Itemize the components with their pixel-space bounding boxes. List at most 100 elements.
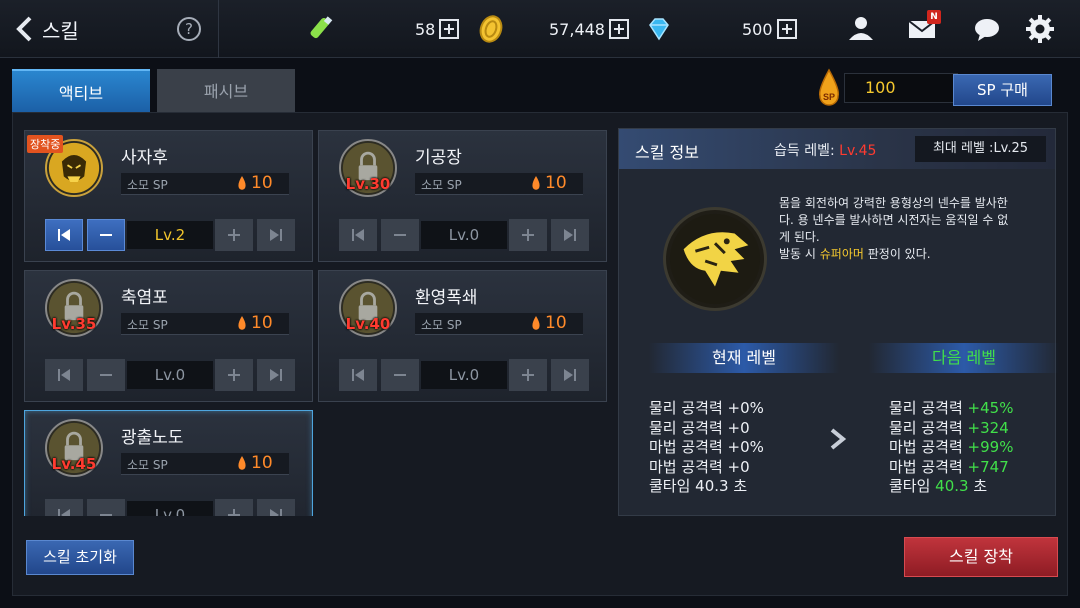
sp-cost-value: 10 (251, 173, 273, 193)
sp-cost-value: 10 (545, 313, 567, 333)
skill-name: 사자후 (121, 148, 168, 168)
sp-drop-label: SP (823, 92, 835, 102)
skill-card-gigongjang[interactable]: Lv.30 기공장 소모 SP 10 Lv.0 (318, 130, 607, 262)
plus-icon (228, 369, 240, 381)
skip-forward-icon (564, 369, 576, 381)
skip-back-icon (58, 229, 70, 241)
flame-icon (532, 316, 540, 330)
add-gold-button[interactable] (608, 19, 629, 39)
back-button[interactable]: 스킬 (14, 14, 79, 44)
sp-buy-button[interactable]: SP 구매 (953, 74, 1052, 106)
skill-card-sajahu[interactable]: 장착중 사자후 소모 SP 10 Lv.2 (24, 130, 313, 262)
level-min-button[interactable] (45, 359, 83, 391)
super-armor-highlight: 슈퍼아머 (819, 247, 864, 261)
skill-level: Lv.2 (127, 221, 213, 249)
skill-card-hwanyeongpokswae[interactable]: Lv.40 환영폭쇄 소모 SP 10 Lv.0 (318, 270, 607, 402)
skill-equip-button[interactable]: 스킬 장착 (904, 537, 1058, 577)
skill-card-chukyeompo[interactable]: Lv.35 축염포 소모 SP 10 Lv.0 (24, 270, 313, 402)
level-min-button[interactable] (339, 219, 377, 251)
level-decrease-button[interactable] (381, 359, 419, 391)
potion-counter: 58 (415, 15, 460, 43)
sp-cost-label: 소모 SP (127, 458, 168, 472)
dragon-skill-icon (663, 207, 767, 311)
diamond-icon (649, 18, 669, 41)
stat-label: 물리 공격력 (889, 418, 968, 437)
tab-passive[interactable]: 패시브 (157, 69, 295, 114)
gear-icon[interactable] (1025, 14, 1055, 44)
plus-icon (522, 369, 534, 381)
potion-count: 58 (415, 19, 436, 39)
level-min-button[interactable] (339, 359, 377, 391)
skill-reset-button[interactable]: 스킬 초기화 (26, 540, 134, 575)
diamond-amount: 500 (742, 19, 773, 39)
sp-display: SP 100 (816, 68, 958, 108)
minus-icon (100, 514, 112, 516)
level-max-button[interactable] (257, 499, 295, 516)
sp-cost-value: 10 (545, 173, 567, 193)
flame-icon (238, 316, 246, 330)
skill-name: 환영폭쇄 (415, 288, 478, 308)
level-increase-button[interactable] (509, 359, 547, 391)
current-level-label: 현재 레벨 (649, 343, 839, 373)
level-decrease-button[interactable] (87, 499, 125, 516)
level-increase-button[interactable] (509, 219, 547, 251)
skill-list[interactable]: 장착중 사자후 소모 SP 10 Lv.2 Lv.30 기공장 소모 SP 10… (24, 128, 610, 516)
level-increase-button[interactable] (215, 359, 253, 391)
chevron-right-icon (830, 428, 847, 450)
stat-value: +747 (967, 457, 1009, 476)
minus-icon (394, 374, 406, 376)
sp-cost-value: 10 (251, 453, 273, 473)
level-max-button[interactable] (551, 219, 589, 251)
gold-amount: 57,448 (549, 19, 605, 39)
mail-new-badge: N (927, 10, 941, 24)
level-max-button[interactable] (257, 219, 295, 251)
diamond-counter: 500 (742, 15, 797, 43)
chat-icon[interactable] (972, 14, 1002, 44)
page-title: 스킬 (42, 18, 79, 43)
level-max-button[interactable] (257, 359, 295, 391)
sp-cost-row: 소모 SP 10 (415, 173, 583, 195)
level-increase-button[interactable] (215, 219, 253, 251)
required-level: Lv.30 (345, 175, 391, 193)
gold-counter: 57,448 (549, 15, 629, 43)
level-increase-button[interactable] (215, 499, 253, 516)
next-level-label: 다음 레벨 (869, 343, 1059, 373)
skill-info-title: 스킬 정보 (635, 143, 699, 162)
stat-value: 40.3 (935, 477, 969, 495)
flame-icon (238, 456, 246, 470)
level-min-button[interactable] (45, 499, 83, 516)
level-decrease-button[interactable] (87, 359, 125, 391)
add-potion-button[interactable] (439, 19, 460, 39)
skill-level: Lv.0 (421, 361, 507, 389)
level-decrease-button[interactable] (381, 219, 419, 251)
flame-icon (238, 176, 246, 190)
stat-label: 마법 공격력 (889, 438, 968, 456)
level-min-button[interactable] (45, 219, 83, 251)
skip-forward-icon (270, 509, 282, 516)
skill-name: 기공장 (415, 148, 462, 168)
skill-card-gwangchulnodo[interactable]: Lv.45 광출노도 소모 SP 10 Lv.0 (24, 410, 313, 516)
divider (218, 0, 219, 58)
stat-value: +324 (967, 418, 1009, 437)
help-button[interactable]: ? (177, 17, 201, 41)
acquire-level: 습득 레벨: Lv.45 (774, 140, 876, 160)
stat-row: 마법 공격력 +99% (889, 438, 1013, 458)
sp-amount: 100 (844, 73, 958, 103)
add-diamond-button[interactable] (776, 19, 797, 39)
gold-coin-icon (479, 15, 503, 43)
skill-level: Lv.0 (421, 221, 507, 249)
sp-cost-row: 소모 SP 10 (121, 173, 289, 195)
level-max-button[interactable] (551, 359, 589, 391)
sp-cost-row: 소모 SP 10 (121, 453, 289, 475)
friends-icon[interactable] (846, 14, 876, 44)
skip-forward-icon (270, 369, 282, 381)
stat-unit: 초 (968, 477, 988, 495)
flame-icon (532, 176, 540, 190)
skill-description: 몸을 회전하여 강력한 용형상의 넨수를 발사한 다. 용 넨수를 발사하면 시… (779, 195, 1041, 263)
sp-drop-icon: SP (818, 68, 840, 106)
level-decrease-button[interactable] (87, 219, 125, 251)
desc-line: 몸을 회전하여 강력한 용형상의 넨수를 발사한 (779, 196, 1008, 210)
stat-row: 쿨타임 40.3 초 (649, 477, 748, 495)
desc-text: 발동 시 (779, 247, 820, 261)
tab-active[interactable]: 액티브 (12, 69, 150, 114)
